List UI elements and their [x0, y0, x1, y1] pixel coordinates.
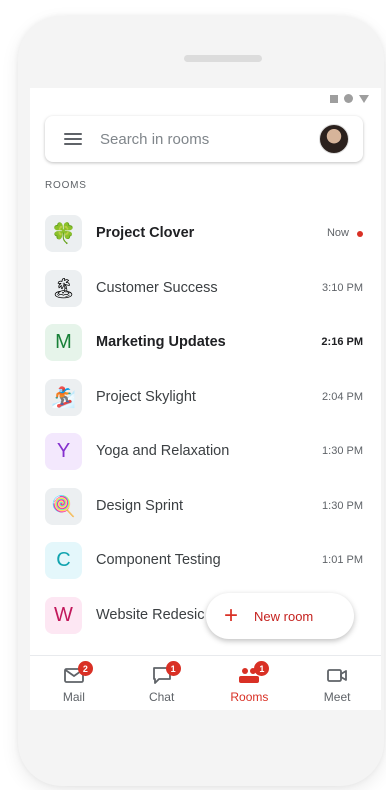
- room-name: Website Redesic: [96, 606, 205, 623]
- status-triangle-icon: [359, 94, 369, 103]
- nav-label: Rooms: [230, 690, 269, 704]
- room-name: Marketing Updates: [96, 334, 226, 350]
- room-list: 🍀 Project Clover Now 🏝 Customer Success …: [30, 206, 381, 642]
- bottom-nav: 2 Mail 1 Chat 1 Rooms Meet: [30, 655, 381, 710]
- mail-badge: 2: [77, 661, 93, 676]
- status-bar: [330, 94, 369, 103]
- room-name: Customer Success: [96, 279, 218, 296]
- room-time: 1:01 PM: [322, 554, 363, 566]
- menu-icon[interactable]: [64, 133, 82, 145]
- room-time: 1:30 PM: [322, 499, 363, 512]
- room-item-marketing-updates[interactable]: M Marketing Updates 2:16 PM: [30, 315, 381, 370]
- letter-m-avatar: M: [45, 324, 82, 361]
- room-item-design-sprint[interactable]: 🍭 Design Sprint 1:30 PM: [30, 479, 381, 534]
- room-name: Project Clover: [96, 225, 195, 241]
- app-screen: ROOMS 🍀 Project Clover Now 🏝 Customer Su…: [30, 88, 381, 710]
- new-room-label: New room: [254, 608, 314, 624]
- search-bar: [45, 116, 363, 162]
- chat-badge: 1: [165, 661, 181, 676]
- new-room-button[interactable]: + New room: [206, 593, 354, 639]
- room-time: 2:16 PM: [321, 336, 363, 348]
- rooms-icon: 1: [237, 661, 270, 687]
- room-item-component-testing[interactable]: C Component Testing 1:01 PM: [30, 533, 381, 588]
- letter-c-avatar: C: [45, 542, 82, 579]
- snowboarder-icon: 🏂: [45, 378, 82, 416]
- plus-icon: +: [224, 602, 239, 629]
- lollipop-icon: 🍭: [45, 487, 82, 525]
- nav-tab-meet[interactable]: Meet: [293, 656, 381, 710]
- room-name: Project Skylight: [96, 388, 196, 405]
- room-item-project-clover[interactable]: 🍀 Project Clover Now: [30, 206, 381, 261]
- room-name: Component Testing: [96, 552, 221, 568]
- rooms-badge: 1: [254, 661, 270, 676]
- status-square-icon: [330, 94, 338, 103]
- room-time: Now: [326, 227, 349, 239]
- room-item-project-skylight[interactable]: 🏂 Project Skylight 2:04 PM: [30, 370, 381, 425]
- room-name: Yoga and Relaxation: [96, 443, 230, 459]
- nav-tab-chat[interactable]: 1 Chat: [118, 656, 206, 710]
- letter-y-avatar: Y: [45, 433, 82, 470]
- room-item-customer-success[interactable]: 🏝 Customer Success 3:10 PM: [30, 261, 381, 316]
- room-time: 2:04 PM: [322, 390, 363, 403]
- phone-speaker: [184, 55, 262, 62]
- room-time: 3:10 PM: [322, 281, 363, 294]
- meet-icon: [326, 665, 348, 687]
- section-label: ROOMS: [45, 180, 87, 191]
- unread-indicator: [357, 231, 363, 237]
- letter-w-avatar: W: [45, 596, 82, 634]
- search-input[interactable]: [100, 130, 319, 148]
- nav-tab-mail[interactable]: 2 Mail: [30, 656, 118, 710]
- avatar[interactable]: [319, 124, 349, 154]
- island-icon: 🏝: [45, 269, 82, 307]
- nav-tab-rooms[interactable]: 1 Rooms: [206, 656, 294, 710]
- nav-label: Meet: [323, 690, 351, 704]
- chat-icon: 1: [151, 661, 181, 687]
- clover-icon: 🍀: [45, 215, 82, 252]
- room-name: Design Sprint: [96, 497, 184, 514]
- room-time: 1:30 PM: [322, 445, 363, 457]
- status-circle-icon: [344, 94, 353, 103]
- nav-label: Chat: [148, 690, 175, 704]
- room-item-yoga-and-relaxation[interactable]: Y Yoga and Relaxation 1:30 PM: [30, 424, 381, 479]
- nav-label: Mail: [62, 690, 85, 704]
- mail-icon: 2: [63, 661, 93, 687]
